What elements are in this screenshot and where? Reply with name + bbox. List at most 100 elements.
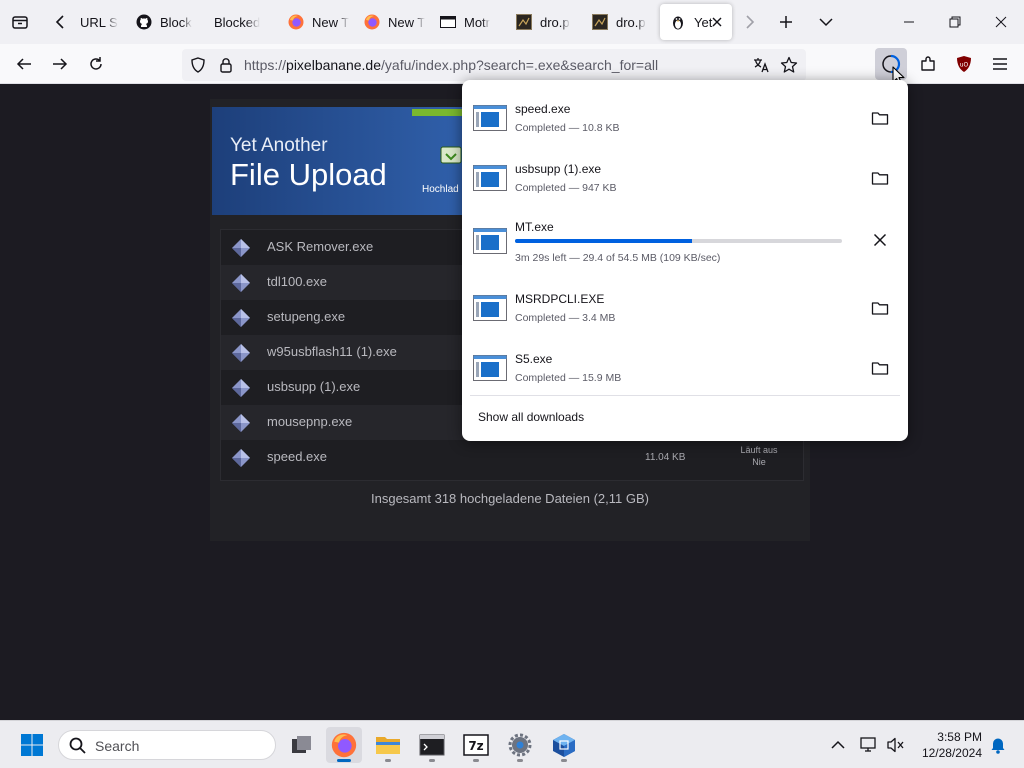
system-clock[interactable]: 3:58 PM 12/28/2024 <box>908 729 982 761</box>
settings-gear-icon[interactable] <box>502 727 538 763</box>
restore-button[interactable] <box>932 0 978 44</box>
file-name[interactable]: setupeng.exe <box>267 309 345 324</box>
tab-dro-2[interactable]: dro.p <box>592 4 654 40</box>
file-diamond-icon <box>231 413 251 433</box>
tab-label: New T <box>312 14 350 30</box>
notification-bell-icon[interactable] <box>980 727 1016 763</box>
firefox-icon <box>288 14 304 30</box>
total-uploads-summary: Insgesamt 318 hochgeladene Dateien (2,11… <box>371 491 649 506</box>
downloads-separator <box>470 395 900 396</box>
navigation-toolbar: https://pixelbanane.de/yafu/index.php?se… <box>0 44 1024 85</box>
executable-file-icon <box>473 228 507 254</box>
terminal-icon <box>440 14 456 30</box>
tab-label: dro.p <box>616 14 646 30</box>
download-item-mt[interactable]: MT.exe 3m 29s left — 29.4 of 54.5 MB (10… <box>462 204 908 274</box>
file-thumbnail-icon <box>592 14 608 30</box>
folder-icon[interactable] <box>864 104 896 132</box>
file-name[interactable]: w95usbflash11 (1).exe <box>267 344 397 359</box>
file-row[interactable]: speed.exe 11.04 KB Läuft aus Nie <box>221 440 803 475</box>
banner-title-line2: File Upload <box>230 157 387 192</box>
download-item-usbsupp[interactable]: usbsupp (1).exe Completed — 947 KB <box>462 144 908 204</box>
task-view-icon[interactable] <box>284 727 320 763</box>
new-tab-icon[interactable] <box>772 8 800 36</box>
tab-strip: URL S Block Blocked New T New T Motr dro… <box>0 0 1024 44</box>
tab-new-tab-2[interactable]: New T <box>364 4 426 40</box>
file-diamond-icon <box>231 238 251 258</box>
forward-button[interactable] <box>44 48 76 80</box>
7zip-icon[interactable]: 7z <box>458 727 494 763</box>
download-item-msrdpcli[interactable]: MSRDPCLI.EXE Completed — 3.4 MB <box>462 274 908 334</box>
executable-file-icon <box>473 105 507 131</box>
tracking-protection-shield-icon[interactable] <box>190 57 206 78</box>
back-button[interactable] <box>8 48 40 80</box>
taskbar-search-input[interactable]: Search <box>58 730 276 760</box>
app-menu-button[interactable] <box>984 48 1016 80</box>
running-indicator <box>337 759 351 762</box>
download-item-speed[interactable]: speed.exe Completed — 10.8 KB <box>462 84 908 144</box>
minimize-button[interactable] <box>886 0 932 44</box>
search-icon <box>69 737 86 759</box>
download-status: Completed — 947 KB <box>515 182 617 194</box>
tab-list-icon[interactable] <box>6 8 34 36</box>
start-button[interactable] <box>14 727 50 763</box>
svg-text:7z: 7z <box>468 739 483 753</box>
download-filename: speed.exe <box>515 102 571 116</box>
translate-icon[interactable] <box>752 56 770 79</box>
upload-arrow-icon[interactable] <box>440 144 462 166</box>
show-all-downloads-button[interactable]: Show all downloads <box>478 410 584 424</box>
tab-new-tab-1[interactable]: New T <box>288 4 350 40</box>
downloads-panel: speed.exe Completed — 10.8 KB usbsupp (1… <box>462 80 908 441</box>
file-diamond-icon <box>231 448 251 468</box>
tab-label: New T <box>388 14 426 30</box>
tab-url-s[interactable]: URL S <box>80 4 124 40</box>
tab-label: Blocked <box>214 14 261 30</box>
firefox-icon <box>364 14 380 30</box>
show-hidden-icons-chevron-icon[interactable] <box>820 727 856 763</box>
file-diamond-icon <box>231 343 251 363</box>
download-filename: MT.exe <box>515 220 554 234</box>
file-explorer-icon[interactable] <box>370 727 406 763</box>
tab-dro-1[interactable]: dro.p <box>516 4 578 40</box>
url-bar[interactable]: https://pixelbanane.de/yafu/index.php?se… <box>182 49 806 81</box>
virtualbox-icon[interactable] <box>546 727 582 763</box>
banner-upload-label[interactable]: Hochlad <box>422 184 459 195</box>
file-name[interactable]: ASK Remover.exe <box>267 239 373 254</box>
list-all-tabs-icon[interactable] <box>812 8 840 36</box>
reload-button[interactable] <box>80 48 112 80</box>
download-status: 3m 29s left — 29.4 of 54.5 MB (109 KB/se… <box>515 252 721 264</box>
cancel-icon[interactable] <box>864 226 896 254</box>
taskbar: Search 7z 3:58 PM 12/28/2024 <box>0 720 1024 768</box>
scroll-tabs-left-icon[interactable] <box>48 8 72 36</box>
url-scheme: https:// <box>244 57 287 73</box>
folder-icon[interactable] <box>864 164 896 192</box>
folder-icon[interactable] <box>864 354 896 382</box>
file-name[interactable]: tdl100.exe <box>267 274 327 289</box>
file-expiry-value: Nie <box>752 457 766 467</box>
close-tab-icon[interactable] <box>710 15 724 29</box>
scroll-tabs-right-icon[interactable] <box>740 8 760 36</box>
download-status: Completed — 3.4 MB <box>515 312 616 324</box>
svg-text:uO: uO <box>960 62 969 69</box>
terminal-taskbar-icon[interactable] <box>414 727 450 763</box>
bookmark-star-icon[interactable] <box>780 56 798 79</box>
folder-icon[interactable] <box>864 294 896 322</box>
firefox-taskbar-icon[interactable] <box>326 727 362 763</box>
file-name[interactable]: usbsupp (1).exe <box>267 379 360 394</box>
download-status: Completed — 15.9 MB <box>515 372 622 384</box>
extensions-button[interactable] <box>912 48 944 80</box>
tab-blocked[interactable]: Blocked <box>214 4 274 40</box>
file-expiry: Läuft aus Nie <box>729 444 789 468</box>
tab-motr[interactable]: Motr <box>440 4 502 40</box>
url-text[interactable]: https://pixelbanane.de/yafu/index.php?se… <box>244 57 658 73</box>
file-thumbnail-icon <box>516 14 532 30</box>
file-size: 11.04 KB <box>645 452 686 463</box>
file-name[interactable]: mousepnp.exe <box>267 414 352 429</box>
download-item-s5[interactable]: S5.exe Completed — 15.9 MB <box>462 334 908 394</box>
close-window-button[interactable] <box>978 0 1024 44</box>
tab-yet-another-file-upload[interactable]: Yet <box>660 4 732 40</box>
file-name[interactable]: speed.exe <box>267 449 327 464</box>
ublock-origin-icon[interactable]: uO <box>948 48 980 80</box>
tab-label: dro.p <box>540 14 570 30</box>
lock-icon[interactable] <box>218 57 234 78</box>
tab-github-blocked[interactable]: Block <box>136 4 198 40</box>
